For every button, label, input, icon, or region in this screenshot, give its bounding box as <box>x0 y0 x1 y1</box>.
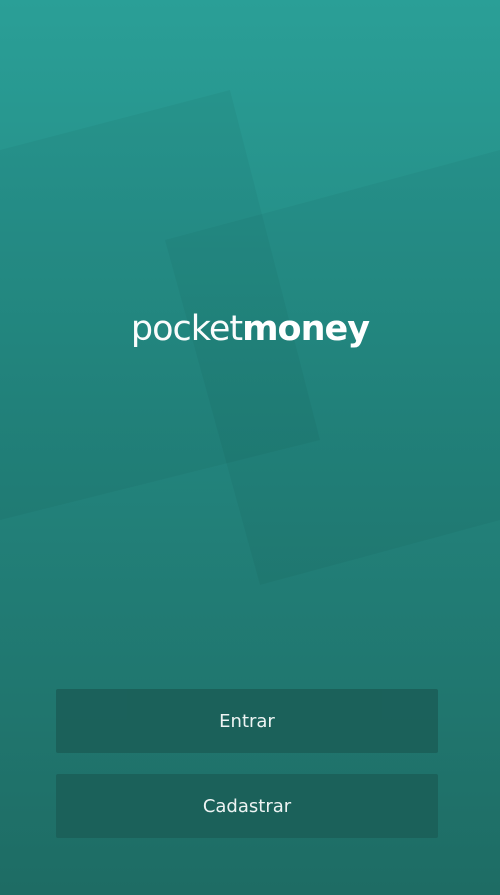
background-decoration <box>0 0 500 895</box>
logo-text-bold: money <box>242 309 370 349</box>
register-button-label: Cadastrar <box>202 795 292 817</box>
logo-text-light: pocket <box>130 309 243 349</box>
login-button[interactable]: Entrar <box>56 689 438 753</box>
login-button-label: Entrar <box>219 710 275 732</box>
register-button[interactable]: Cadastrar <box>56 774 438 838</box>
app-logo: pocketmoney <box>0 306 500 352</box>
